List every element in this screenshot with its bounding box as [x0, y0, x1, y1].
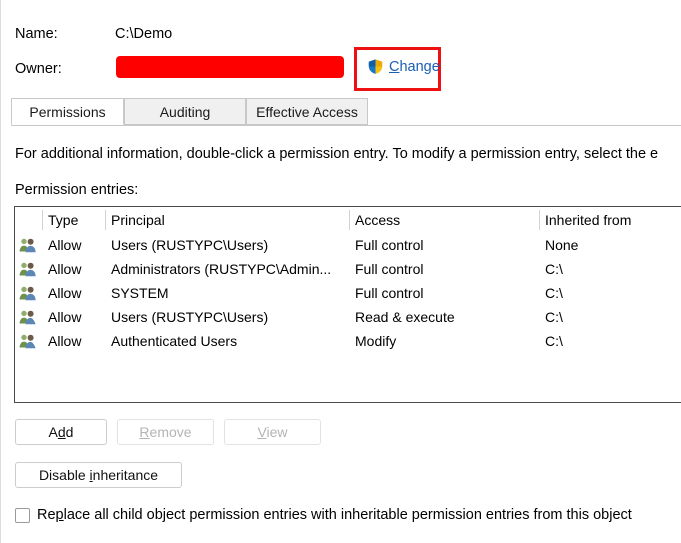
- cell-type: Allow: [48, 309, 82, 325]
- cell-access: Full control: [355, 285, 424, 301]
- cell-type: Allow: [48, 333, 82, 349]
- owner-label: Owner:: [15, 61, 62, 77]
- owner-value-redaction: [116, 56, 344, 78]
- permission-entries-label: Permission entries:: [15, 182, 139, 198]
- cell-principal: Users (RUSTYPC\Users): [111, 309, 269, 325]
- uac-shield-icon: [367, 58, 384, 75]
- cell-principal: Authenticated Users: [111, 333, 238, 349]
- remove-button[interactable]: Remove: [117, 419, 214, 445]
- replace-child-permissions-row[interactable]: Replace all child object permission entr…: [15, 507, 632, 523]
- users-group-icon: [19, 309, 36, 325]
- table-row[interactable]: Allow Users (RUSTYPC\Users) Read & execu…: [15, 305, 681, 329]
- tab-strip: Permissions Auditing Effective Access: [11, 98, 681, 126]
- replace-accelerator: p: [55, 507, 64, 523]
- cell-access: Read & execute: [355, 309, 455, 325]
- owner-row: Owner:: [15, 58, 115, 80]
- view-button[interactable]: View: [224, 419, 321, 445]
- tab-effective-access[interactable]: Effective Access: [246, 98, 368, 125]
- table-row[interactable]: Allow Administrators (RUSTYPC\Admin... F…: [15, 257, 681, 281]
- table-row[interactable]: Allow Authenticated Users Modify C:\: [15, 329, 681, 353]
- cell-access: Full control: [355, 237, 424, 253]
- add-accelerator: d: [57, 424, 66, 440]
- cell-type: Allow: [48, 285, 82, 301]
- users-group-icon: [19, 333, 36, 349]
- users-group-icon: [19, 285, 36, 301]
- disable-inheritance-button[interactable]: Disable inheritance: [15, 462, 182, 488]
- name-label: Name:: [15, 26, 58, 42]
- header-divider: [349, 210, 350, 230]
- table-header-row: Type Principal Access Inherited from: [15, 207, 681, 233]
- cell-inherited-from: C:\: [545, 285, 563, 301]
- cell-principal: Users (RUSTYPC\Users): [111, 237, 269, 253]
- change-link-label[interactable]: Change: [389, 59, 440, 75]
- cell-access: Full control: [355, 261, 424, 277]
- disable-inheritance-accelerator: i: [89, 467, 93, 483]
- table-row[interactable]: Allow Users (RUSTYPC\Users) Full control…: [15, 233, 681, 257]
- header-divider: [105, 210, 106, 230]
- remove-accelerator: R: [139, 424, 150, 440]
- cell-inherited-from: C:\: [545, 261, 563, 277]
- column-header-inherited-from[interactable]: Inherited from: [545, 207, 631, 233]
- header-divider: [539, 210, 540, 230]
- permission-entries-table[interactable]: Type Principal Access Inherited from All…: [14, 206, 681, 403]
- replace-child-permissions-label[interactable]: Replace all child object permission entr…: [37, 507, 632, 523]
- info-text: For additional information, double-click…: [15, 146, 659, 162]
- cell-type: Allow: [48, 261, 82, 277]
- add-button[interactable]: Add: [15, 419, 107, 445]
- column-header-principal[interactable]: Principal: [111, 207, 165, 233]
- change-label-rest: hange: [399, 58, 440, 75]
- replace-child-permissions-checkbox[interactable]: [15, 507, 30, 523]
- advanced-security-settings-dialog: Name: C:\Demo Owner: Change Permissions …: [0, 0, 681, 543]
- users-group-icon: [19, 237, 36, 253]
- cell-inherited-from: None: [545, 237, 579, 253]
- users-group-icon: [19, 261, 36, 277]
- name-value: C:\Demo: [115, 26, 173, 42]
- cell-type: Allow: [48, 237, 82, 253]
- view-accelerator: V: [257, 424, 267, 440]
- cell-inherited-from: C:\: [545, 309, 563, 325]
- name-row: Name: C:\Demo: [15, 23, 172, 45]
- column-header-type[interactable]: Type: [48, 207, 78, 233]
- change-accelerator: C: [389, 58, 400, 75]
- cell-inherited-from: C:\: [545, 333, 563, 349]
- cell-access: Modify: [355, 333, 397, 349]
- cell-principal: Administrators (RUSTYPC\Admin...: [111, 261, 332, 277]
- tab-auditing[interactable]: Auditing: [124, 98, 246, 125]
- table-row[interactable]: Allow SYSTEM Full control C:\: [15, 281, 681, 305]
- tab-permissions[interactable]: Permissions: [11, 98, 124, 125]
- change-owner-button[interactable]: Change: [367, 58, 440, 75]
- header-divider: [42, 210, 43, 230]
- cell-principal: SYSTEM: [111, 285, 169, 301]
- column-header-access[interactable]: Access: [355, 207, 400, 233]
